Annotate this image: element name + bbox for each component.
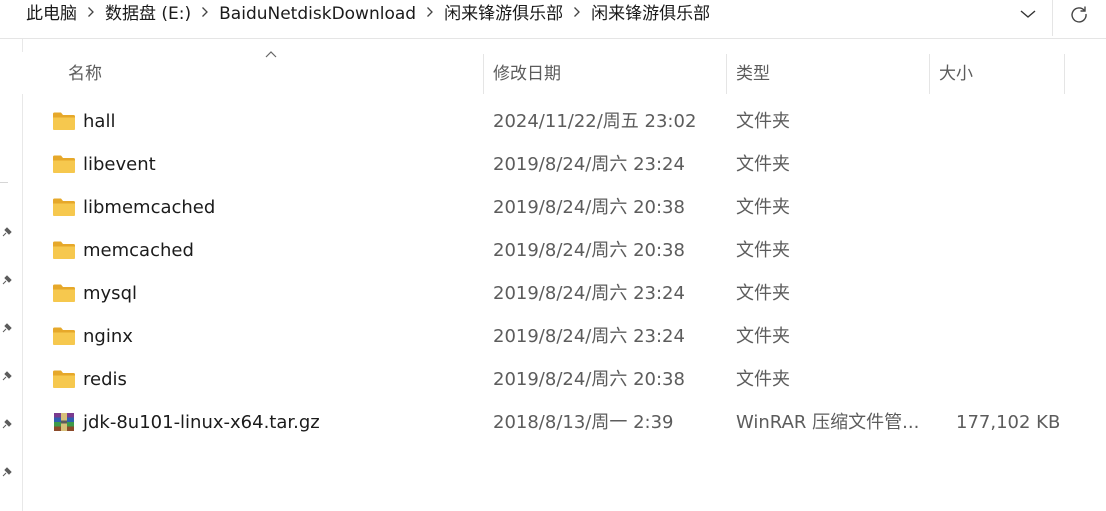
file-size [956,315,1053,358]
file-name: jdk-8u101-linux-x64.tar.gz [83,412,320,433]
breadcrumb-item-current[interactable]: 闲来锋游俱乐部 [591,0,710,28]
file-explorer-window: 此电脑 数据盘 (E:) BaiduNetdiskDownload 闲来锋游俱乐… [0,0,1106,511]
folder-icon [53,112,75,130]
refresh-icon [1071,6,1087,23]
column-divider[interactable] [1064,54,1065,94]
breadcrumb[interactable]: 此电脑 数据盘 (E:) BaiduNetdiskDownload 闲来锋游俱乐… [0,0,1048,28]
nav-divider [0,182,8,183]
folder-icon [53,198,75,216]
folder-icon [53,284,75,302]
pin-icon[interactable] [0,225,14,239]
file-size [956,100,1053,143]
file-size [956,143,1053,186]
file-name: memcached [83,240,194,261]
file-size [956,186,1053,229]
file-type: 文件夹 [736,283,790,304]
file-date: 2019/8/24/周六 23:24 [493,326,685,347]
file-date: 2019/8/24/周六 20:38 [493,240,685,261]
chevron-right-icon[interactable] [77,0,105,28]
file-row[interactable]: libmemcached 2019/8/24/周六 20:38 文件夹 [22,186,1106,229]
file-size [956,272,1053,315]
file-name: redis [83,369,127,390]
file-row[interactable]: libevent 2019/8/24/周六 23:24 文件夹 [22,143,1106,186]
address-history-button[interactable] [1016,4,1040,24]
column-header-name[interactable]: 名称 [68,52,102,94]
sort-ascending-icon [265,51,277,58]
file-name: libevent [83,154,156,175]
chevron-down-icon [1020,10,1036,18]
pin-icon[interactable] [0,273,14,287]
file-type: 文件夹 [736,154,790,175]
breadcrumb-item-this-pc[interactable]: 此电脑 [26,0,77,28]
column-header-date[interactable]: 修改日期 [493,52,561,94]
file-row[interactable]: hall 2024/11/22/周五 23:02 文件夹 [22,100,1106,143]
breadcrumb-item-download[interactable]: BaiduNetdiskDownload [219,0,416,28]
file-date: 2019/8/24/周六 23:24 [493,283,685,304]
file-type: 文件夹 [736,369,790,390]
refresh-button[interactable] [1066,2,1092,26]
file-date: 2018/8/13/周一 2:39 [493,412,674,433]
file-type: 文件夹 [736,111,790,132]
column-divider[interactable] [483,54,484,94]
folder-icon [53,327,75,345]
column-header-row: 名称 修改日期 类型 大小 [22,51,1106,94]
chevron-right-icon[interactable] [563,0,591,28]
file-list: hall 2024/11/22/周五 23:02 文件夹 libevent 20… [22,100,1106,444]
breadcrumb-item-club[interactable]: 闲来锋游俱乐部 [444,0,563,28]
file-date: 2019/8/24/周六 20:38 [493,197,685,218]
pin-icon[interactable] [0,417,14,431]
file-row[interactable]: nginx 2019/8/24/周六 23:24 文件夹 [22,315,1106,358]
file-date: 2024/11/22/周五 23:02 [493,111,697,132]
file-name: hall [83,111,116,132]
address-bar: 此电脑 数据盘 (E:) BaiduNetdiskDownload 闲来锋游俱乐… [0,0,1106,39]
file-type: WinRAR 压缩文件管... [736,412,920,433]
winrar-archive-icon [54,413,74,431]
chevron-right-icon[interactable] [416,0,444,28]
file-date: 2019/8/24/周六 23:24 [493,154,685,175]
file-date: 2019/8/24/周六 20:38 [493,369,685,390]
column-divider[interactable] [929,54,930,94]
navigation-pane [0,39,23,511]
breadcrumb-item-drive[interactable]: 数据盘 (E:) [105,0,191,28]
folder-icon [53,155,75,173]
file-type: 文件夹 [736,326,790,347]
column-header-type[interactable]: 类型 [736,52,770,94]
file-name: nginx [83,326,133,347]
pin-icon[interactable] [0,369,14,383]
pin-icon[interactable] [0,465,14,479]
file-row[interactable]: jdk-8u101-linux-x64.tar.gz 2018/8/13/周一 … [22,401,1106,444]
file-size: 177,102 KB [956,412,1061,433]
file-size [956,358,1053,401]
column-divider[interactable] [726,54,727,94]
folder-icon [53,370,75,388]
file-name: libmemcached [83,197,216,218]
file-type: 文件夹 [736,197,790,218]
column-header-size[interactable]: 大小 [939,52,973,94]
file-name: mysql [83,283,137,304]
address-divider [1052,0,1053,36]
file-size [956,229,1053,272]
chevron-right-icon[interactable] [191,0,219,28]
file-type: 文件夹 [736,240,790,261]
pin-icon[interactable] [0,321,14,335]
file-row[interactable]: memcached 2019/8/24/周六 20:38 文件夹 [22,229,1106,272]
file-row[interactable]: redis 2019/8/24/周六 20:38 文件夹 [22,358,1106,401]
folder-icon [53,241,75,259]
file-row[interactable]: mysql 2019/8/24/周六 23:24 文件夹 [22,272,1106,315]
